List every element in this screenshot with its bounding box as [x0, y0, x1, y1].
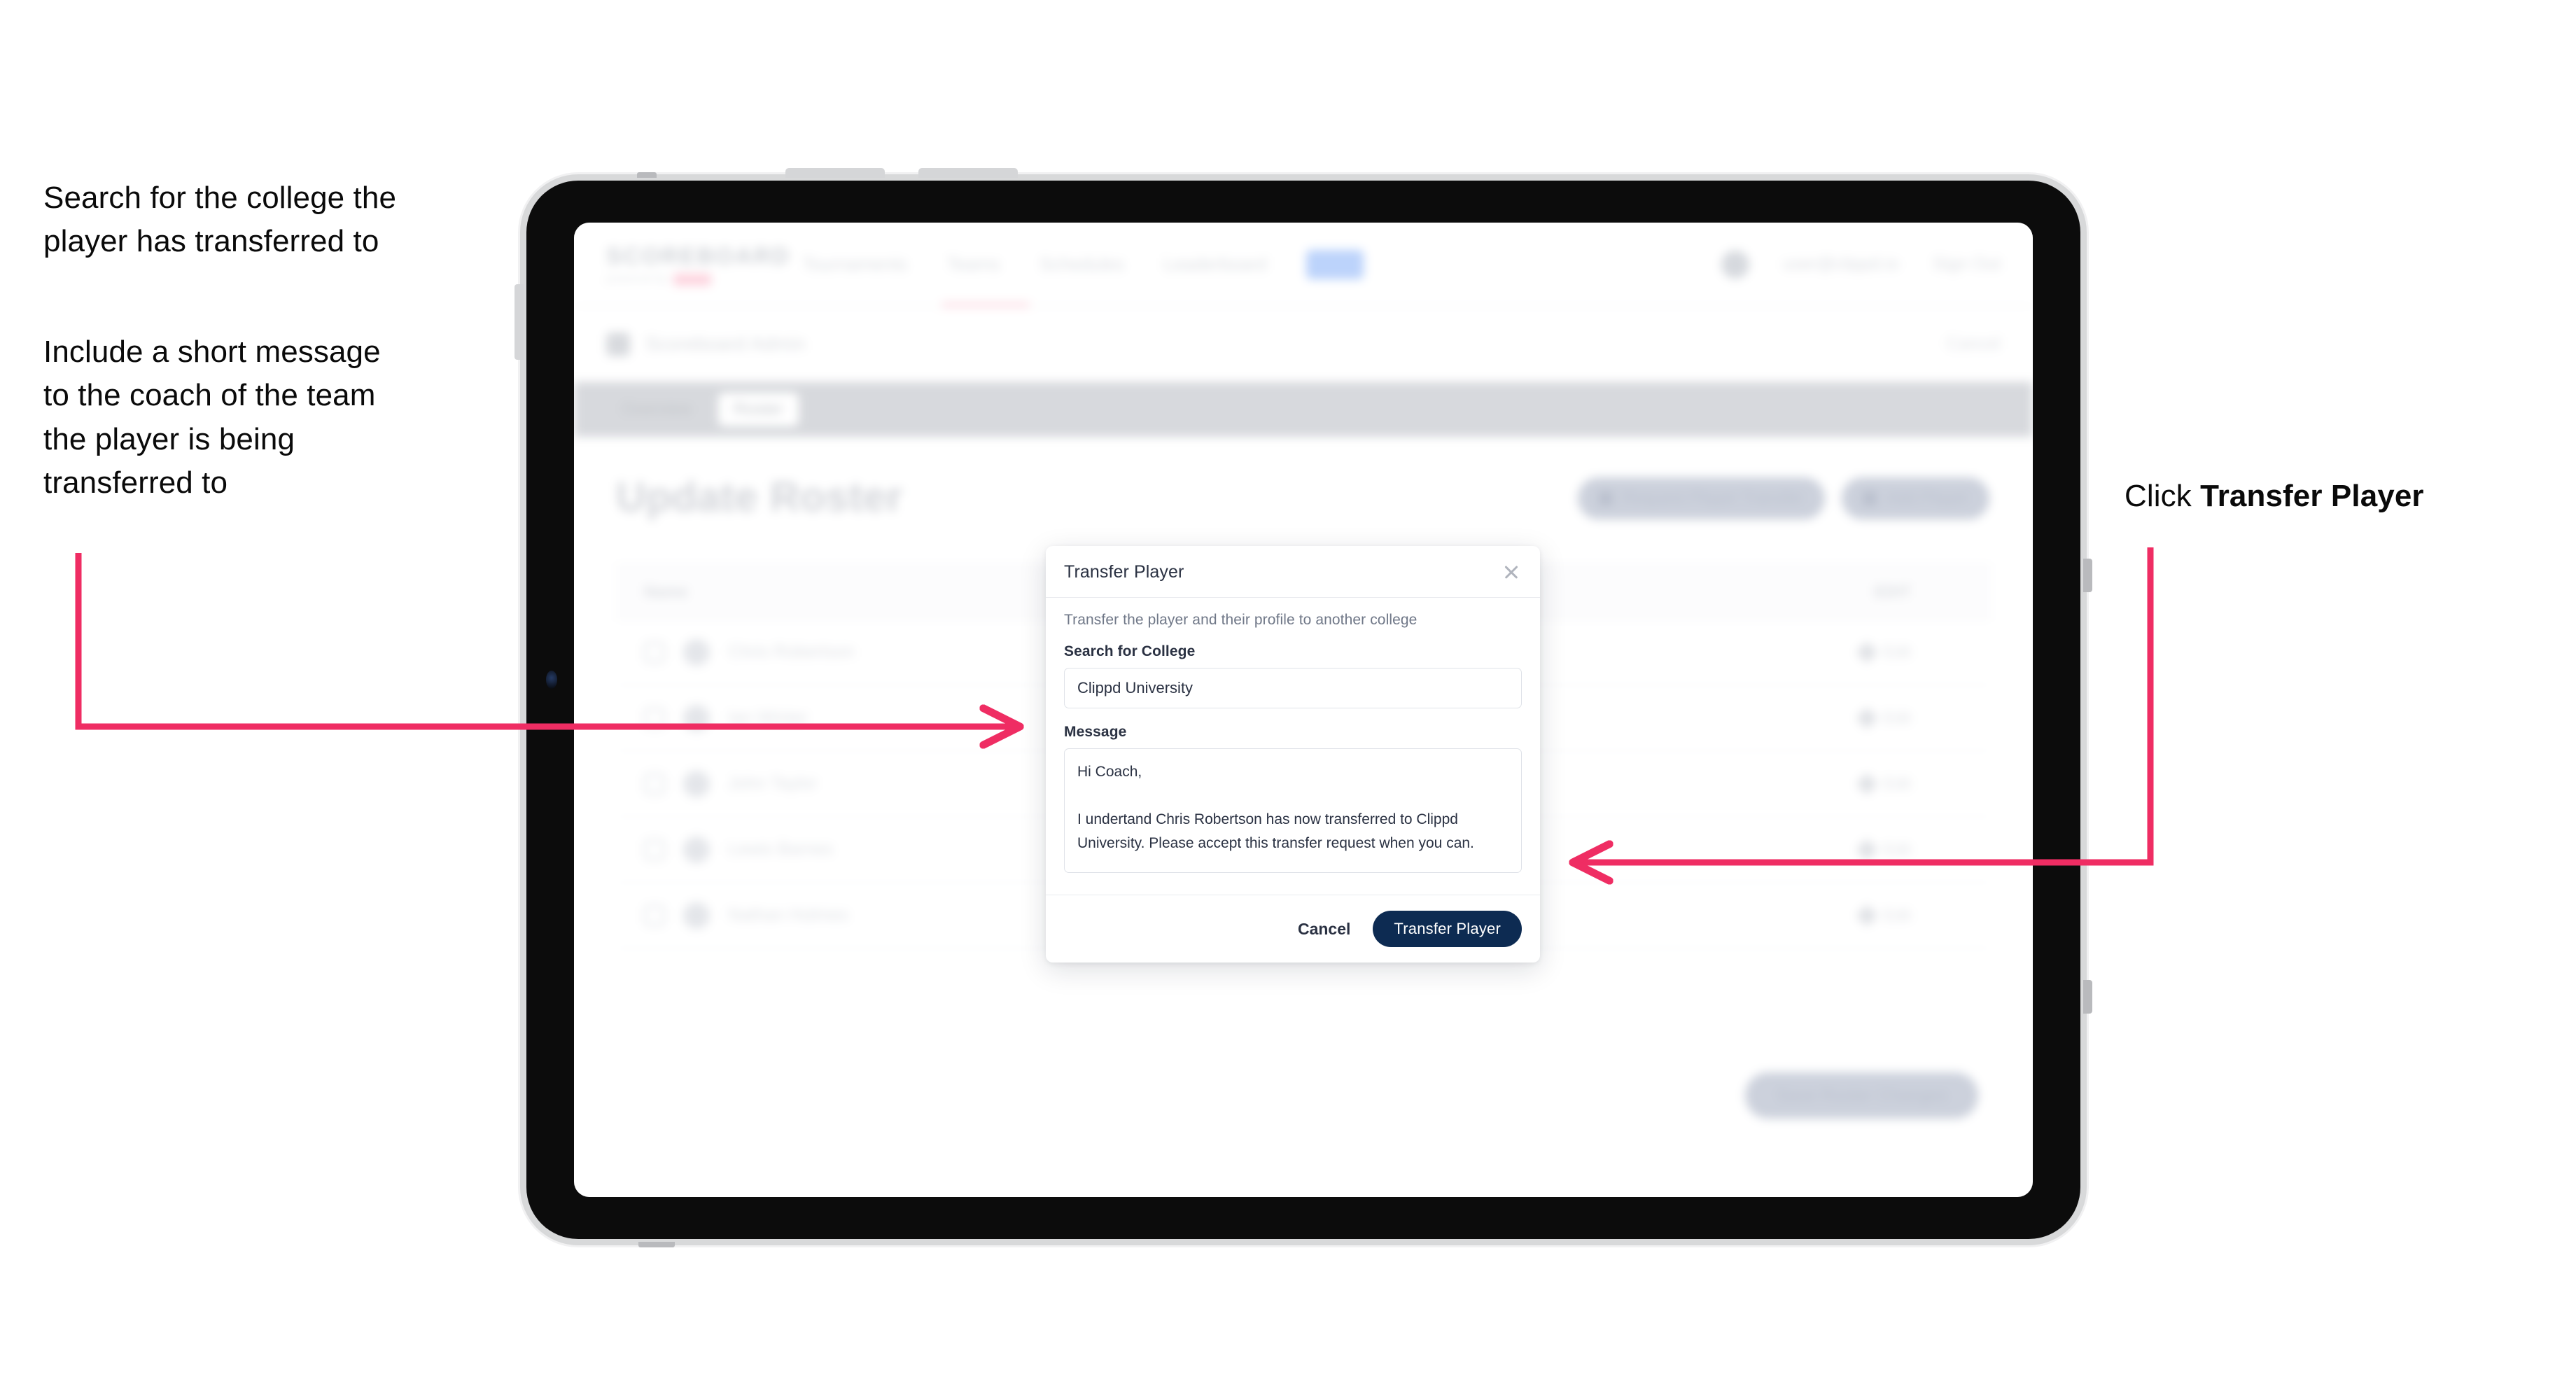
row-checkbox[interactable] — [644, 904, 665, 926]
transfer-player-modal: Transfer Player Transfer the player and … — [1046, 546, 1540, 962]
annotation-click-transfer: Click Transfer Player — [2124, 475, 2558, 518]
message-field-label: Message — [1064, 724, 1127, 740]
annotation-include-message: Include a short message to the coach of … — [43, 335, 381, 500]
row-checkbox[interactable] — [644, 641, 665, 663]
right-side-button-lower[interactable] — [2083, 980, 2092, 1014]
nav-links: Tournaments Teams Schedules Leaderboard — [802, 249, 1364, 279]
edit-label: Edit — [1883, 643, 1911, 661]
nav-user-email: user@clippd.io — [1782, 254, 1899, 274]
logo-brand-pill — [673, 273, 711, 286]
player-avatar — [683, 638, 710, 666]
pencil-icon — [1856, 838, 1878, 861]
plus-icon — [1862, 491, 1877, 505]
tablet-screen: SCOREBOARD powered by Tournaments Teams … — [574, 223, 2033, 1197]
edit-label: Edit — [1883, 774, 1911, 792]
logo-text: SCOREBOARD — [606, 243, 791, 269]
message-textarea[interactable] — [1064, 748, 1522, 873]
tablet-device-frame: SCOREBOARD powered by Tournaments Teams … — [514, 168, 2092, 1247]
player-avatar — [683, 836, 710, 863]
row-edit-cell[interactable]: Edit — [1564, 706, 1981, 729]
add-player-button[interactable]: Add Player — [1841, 477, 1989, 519]
player-name: Lewis Barnes — [728, 839, 834, 859]
player-name: Ian Winter — [728, 708, 808, 727]
front-camera-icon — [546, 671, 557, 689]
close-icon[interactable] — [1501, 561, 1522, 582]
row-edit-cell[interactable]: Edit — [1564, 838, 1981, 861]
tab-overview[interactable]: Overview — [606, 393, 707, 426]
modal-footer: Cancel Transfer Player — [1046, 895, 1540, 962]
sub-navbar: Scoreboard Admin Cancel — [574, 307, 2033, 382]
subbar-title: Scoreboard Admin — [645, 333, 806, 354]
pencil-icon — [1856, 772, 1878, 795]
nav-active-pill[interactable] — [1306, 249, 1364, 279]
page-action-buttons: Request Player Transfer Add Player — [1577, 477, 1989, 519]
modal-subtitle: Transfer the player and their profile to… — [1064, 612, 1418, 628]
nav-link-leaderboard[interactable]: Leaderboard — [1163, 253, 1266, 275]
tab-roster[interactable]: Roster — [718, 393, 799, 426]
college-field-label: Search for College — [1064, 643, 1196, 659]
player-avatar — [683, 704, 710, 732]
top-antenna-nub — [637, 172, 657, 178]
row-edit-cell[interactable]: Edit — [1564, 904, 1981, 927]
cancel-button[interactable]: Cancel — [1294, 914, 1354, 944]
row-checkbox[interactable] — [644, 773, 665, 794]
search-college-input[interactable] — [1064, 668, 1522, 708]
volume-up-button[interactable] — [785, 168, 885, 178]
pencil-icon — [1856, 640, 1878, 664]
nav-link-tournaments[interactable]: Tournaments — [802, 253, 907, 275]
annotation-click-prefix: Click — [2124, 479, 2201, 513]
player-name: Nathan Holmes — [728, 905, 849, 925]
pencil-icon — [1856, 904, 1878, 927]
row-edit-cell[interactable]: Edit — [1564, 640, 1981, 664]
save-roster-changes-button[interactable]: Save Roster Changes — [1745, 1072, 1978, 1119]
add-player-label: Add Player — [1886, 489, 1968, 507]
subbar-cancel-link[interactable]: Cancel — [1946, 334, 2001, 354]
annotation-search-college: Search for the college the player has tr… — [43, 181, 397, 259]
player-avatar — [683, 902, 710, 929]
tab-bar: Overview Roster — [574, 382, 2033, 437]
transfer-player-submit-button[interactable]: Transfer Player — [1373, 911, 1522, 947]
modal-title: Transfer Player — [1064, 561, 1184, 582]
logo-subtext-row: powered by — [606, 273, 753, 286]
player-name: John Taylor — [728, 774, 818, 793]
sign-out-link[interactable]: Sign Out — [1933, 254, 2001, 274]
screenshot-canvas: Search for the college the player has tr… — [0, 0, 2576, 1386]
column-header-edit: EDIT — [1874, 582, 1911, 601]
nav-link-teams[interactable]: Teams — [946, 253, 1000, 275]
power-button[interactable] — [514, 284, 524, 360]
request-player-transfer-button[interactable]: Request Player Transfer — [1577, 477, 1825, 519]
row-checkbox[interactable] — [644, 707, 665, 729]
edit-label: Edit — [1883, 906, 1911, 924]
nav-link-schedules[interactable]: Schedules — [1040, 253, 1124, 275]
top-navbar: SCOREBOARD powered by Tournaments Teams … — [574, 223, 2033, 308]
nav-right-group: user@clippd.io Sign Out — [1721, 250, 2001, 279]
field-spacer — [1064, 708, 1522, 724]
app-logo[interactable]: SCOREBOARD powered by — [606, 243, 791, 286]
modal-body: Transfer the player and their profile to… — [1046, 598, 1540, 895]
bottom-antenna-nub — [638, 1242, 675, 1247]
request-player-transfer-label: Request Player Transfer — [1622, 489, 1804, 507]
save-roster-changes-label: Save Roster Changes — [1776, 1085, 1947, 1105]
admin-icon — [606, 332, 630, 356]
logo-subtext: powered by — [606, 273, 668, 285]
player-avatar — [683, 770, 710, 797]
transfer-icon — [1598, 491, 1613, 505]
edit-label: Edit — [1883, 708, 1911, 727]
volume-down-button[interactable] — [918, 168, 1018, 178]
row-edit-cell[interactable]: Edit — [1564, 772, 1981, 795]
avatar[interactable] — [1721, 250, 1749, 279]
annotation-click-bold: Transfer Player — [2200, 479, 2424, 513]
player-name: Chris Robertson — [728, 642, 855, 662]
modal-header: Transfer Player — [1046, 546, 1540, 598]
pencil-icon — [1856, 706, 1878, 729]
right-side-button-upper[interactable] — [2083, 559, 2092, 592]
edit-label: Edit — [1883, 840, 1911, 858]
row-checkbox[interactable] — [644, 839, 665, 860]
